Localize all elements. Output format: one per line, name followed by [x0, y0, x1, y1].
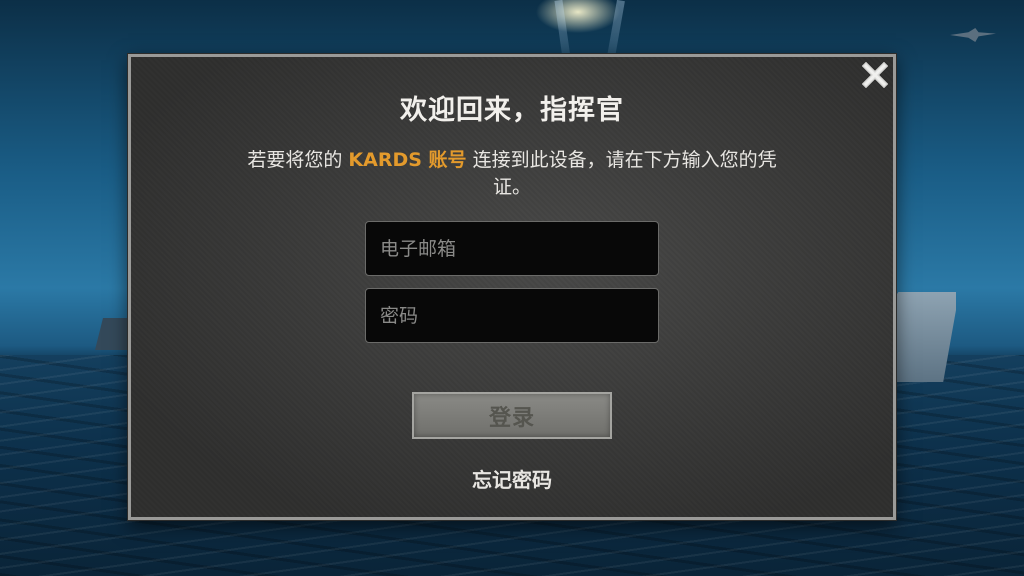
forgot-password-link[interactable]: 忘记密码 [412, 464, 612, 493]
password-input[interactable] [378, 303, 646, 328]
password-field[interactable] [365, 288, 659, 343]
dialog-description: 若要将您的 KARDS 账号 连接到此设备，请在下方输入您的凭证。 [230, 147, 794, 201]
brand-account-label: KARDS 账号 [348, 149, 467, 171]
email-field[interactable] [365, 221, 659, 276]
close-icon[interactable] [860, 60, 890, 90]
email-input[interactable] [378, 236, 646, 261]
airplane-silhouette [950, 28, 996, 42]
dialog-title: 欢迎回来，指挥官 [400, 95, 624, 126]
login-button[interactable]: 登录 [412, 392, 612, 439]
description-text-before: 若要将您的 [247, 149, 349, 171]
description-text-after: 连接到此设备，请在下方输入您的凭证。 [466, 149, 777, 198]
